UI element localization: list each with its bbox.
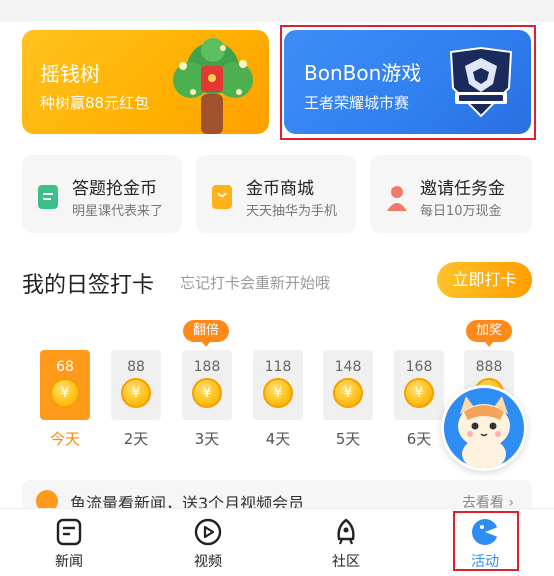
promo-more-link[interactable]: 去看看 › — [462, 492, 514, 508]
checkin-day-3[interactable]: 188 ¥ 3天 — [182, 350, 232, 448]
money-tree-subtitle: 种树赢88元红包 — [40, 94, 150, 112]
coin-icon: ¥ — [50, 378, 80, 408]
day-points: 888 — [475, 359, 503, 375]
day-points: 118 — [264, 359, 292, 375]
cat-mascot-icon — [458, 396, 510, 468]
checkin-day-4[interactable]: 118 ¥ 4天 — [253, 350, 303, 448]
day-points: 168 — [405, 359, 433, 375]
day-card: 118 ¥ — [253, 350, 303, 420]
day-label: 6天 — [406, 430, 432, 448]
coin-icon: ¥ — [404, 378, 434, 408]
day-card: 148 ¥ — [323, 350, 373, 420]
promo-icon — [36, 490, 58, 508]
day-card: 168 ¥ — [394, 350, 444, 420]
checkin-now-button[interactable]: 立即打卡 — [437, 262, 532, 298]
day-points: 148 — [334, 359, 362, 375]
tab-label: 社区 — [332, 554, 360, 570]
feature-subtitle: 天天抽华为手机 — [246, 204, 338, 219]
money-tree-icon — [173, 38, 253, 134]
quiz-coins-card[interactable]: 答题抢金币 明星课代表来了 — [22, 155, 182, 233]
coin-icon: ¥ — [333, 378, 363, 408]
feature-subtitle: 明星课代表来了 — [72, 204, 164, 219]
coin-mall-card[interactable]: 金币商城 天天抽华为手机 — [196, 155, 356, 233]
floating-mascot-button[interactable] — [441, 385, 527, 471]
coin-icon: ¥ — [263, 378, 293, 408]
status-bar — [0, 0, 554, 22]
day-label: 2天 — [123, 430, 149, 448]
tab-label: 新闻 — [55, 554, 83, 570]
coin-icon: ¥ — [192, 378, 222, 408]
document-icon — [38, 185, 58, 209]
tab-label: 视频 — [194, 554, 222, 570]
feature-title: 邀请任务金 — [420, 179, 505, 199]
promo-text: 鱼流量看新闻，送3个月视频会员 — [70, 494, 305, 508]
game-banner-highlight — [280, 25, 536, 140]
day-label: 今天 — [49, 430, 80, 448]
day-label: 3天 — [194, 430, 220, 448]
day-label: 4天 — [265, 430, 291, 448]
checkin-day-5[interactable]: 148 ¥ 5天 — [323, 350, 373, 448]
checkin-day-1[interactable]: 68 ¥ 今天 — [40, 350, 90, 448]
user-icon — [386, 185, 407, 211]
money-tree-banner[interactable]: 摇钱树 种树赢88元红包 — [22, 30, 269, 134]
checkin-title: 我的日签打卡 — [22, 273, 155, 298]
day-card: 88 ¥ — [111, 350, 161, 420]
checkin-day-2[interactable]: 88 ¥ 2天 — [111, 350, 161, 448]
activity-tab-highlight — [453, 511, 519, 571]
day-points: 68 — [56, 359, 74, 375]
day-card: 188 ¥ — [182, 350, 232, 420]
day-label: 5天 — [335, 430, 361, 448]
day-points: 188 — [193, 359, 221, 375]
feature-title: 金币商城 — [246, 179, 314, 199]
bonus-tag: 加奖 — [466, 320, 513, 347]
invite-task-card[interactable]: 邀请任务金 每日10万现金 — [370, 155, 532, 233]
rocket-icon — [337, 518, 355, 545]
shopping-bag-icon — [212, 185, 232, 209]
feature-subtitle: 每日10万现金 — [420, 204, 502, 219]
coin-icon: ¥ — [121, 378, 151, 408]
day-points: 88 — [127, 359, 145, 375]
news-promo-strip[interactable]: 鱼流量看新闻，送3个月视频会员 去看看 › — [22, 480, 532, 508]
tab-video[interactable]: 视频 — [163, 509, 253, 576]
double-tag: 翻倍 — [183, 320, 230, 347]
checkin-hint: 忘记打卡会重新开始哦 — [180, 274, 331, 292]
tab-news[interactable]: 新闻 — [24, 509, 114, 576]
day-card: 68 ¥ — [40, 350, 90, 420]
news-icon — [56, 518, 82, 546]
money-tree-title: 摇钱树 — [40, 62, 100, 86]
checkin-day-6[interactable]: 168 ¥ 6天 — [394, 350, 444, 448]
play-icon — [194, 518, 222, 546]
feature-title: 答题抢金币 — [72, 179, 157, 199]
tab-community[interactable]: 社区 — [301, 509, 391, 576]
